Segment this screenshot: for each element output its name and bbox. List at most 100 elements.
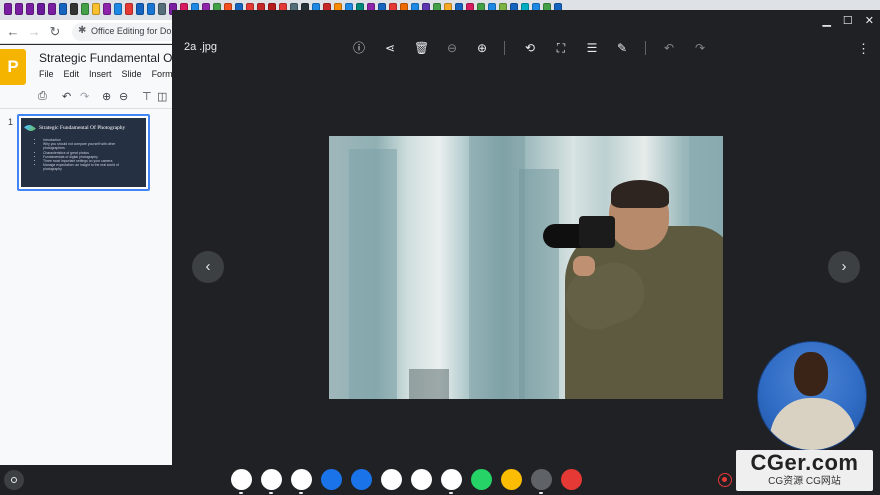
browser-tab[interactable] (37, 3, 45, 15)
photo (329, 136, 723, 399)
browser-tab[interactable] (125, 3, 133, 15)
messages-app-icon[interactable] (351, 469, 372, 490)
next-image-button[interactable]: › (828, 251, 860, 283)
redo-icon[interactable]: ↷ (693, 41, 707, 55)
play-store-app-icon[interactable] (411, 469, 432, 490)
slides-logo: P (0, 49, 26, 85)
browser-tab[interactable] (114, 3, 122, 15)
slide-thumbnail-title: Strategic Fundamental Of Photography (39, 125, 126, 131)
window-controls: ▁ ☐ ✕ (822, 14, 874, 27)
calendar-app-icon[interactable] (291, 469, 312, 494)
address-bar[interactable]: ✱ Office Editing for Do (72, 23, 172, 41)
watermark-sub: CG资源 CG网站 (768, 476, 841, 487)
slide-thumbnail-content: Strategic Fundamental Of Photography Int… (21, 118, 146, 187)
background-building (519, 169, 559, 399)
back-icon[interactable]: ← (5, 24, 21, 40)
forward-icon[interactable]: → (26, 24, 42, 40)
undo-icon[interactable]: ↶ (62, 90, 71, 103)
running-indicator (269, 492, 273, 494)
watermark: CGer.com CG资源 CG网站 (736, 450, 873, 491)
editor-toolbar: ⎙ ↶ ↷ ⊕ ⊖ ⊤ ◫ (0, 85, 172, 109)
browser-tab[interactable] (147, 3, 155, 15)
zoom-out-icon[interactable]: ⊖ (119, 90, 128, 103)
camera-body (579, 216, 615, 248)
close-icon[interactable]: ✕ (865, 14, 874, 27)
delete-icon[interactable]: 🗑 (414, 41, 429, 55)
slide-thumbnail-bullets: Introduction Why you should not compare … (43, 138, 133, 172)
watermark-main: CGer.com (750, 450, 859, 475)
print-icon[interactable]: ⎙ (38, 90, 47, 103)
screencast-app-icon[interactable] (561, 469, 582, 490)
zoom-in-icon[interactable]: ⊕ (475, 41, 489, 55)
browser-tab[interactable] (81, 3, 89, 15)
launcher-icon (11, 477, 17, 483)
leaf-icon (24, 122, 36, 134)
maximize-icon[interactable]: ☐ (843, 14, 853, 27)
presenter-shirt (770, 398, 856, 450)
photographer-hand (573, 256, 595, 276)
gmail-app-icon[interactable] (261, 469, 282, 494)
previous-image-button[interactable]: ‹ (192, 251, 224, 283)
browser-tab[interactable] (136, 3, 144, 15)
keep-app-icon[interactable] (501, 469, 522, 490)
whatsapp-app-icon[interactable] (471, 469, 492, 490)
browser-tab[interactable] (4, 3, 12, 15)
background-building (409, 369, 449, 399)
menu-bar: File Edit Insert Slide Forma (39, 69, 178, 79)
browser-tab[interactable] (103, 3, 111, 15)
slides-editor: P Strategic Fundamental Of File Edit Ins… (0, 45, 178, 465)
presenter-head (794, 352, 828, 396)
menu-file[interactable]: File (39, 69, 54, 79)
launcher-button[interactable] (4, 470, 24, 490)
toolbar-divider (645, 41, 646, 55)
photographer-hair (611, 180, 669, 208)
zoom-in-icon[interactable]: ⊕ (102, 90, 111, 103)
browser-tab[interactable] (26, 3, 34, 15)
shape-icon[interactable]: ◫ (157, 90, 167, 103)
document-title[interactable]: Strategic Fundamental Of (39, 51, 176, 65)
adjust-icon[interactable]: ☰ (585, 41, 599, 55)
running-indicator (239, 492, 243, 494)
list-item: Why you should not compare yourself with… (43, 142, 133, 150)
slide-thumbnail[interactable]: Strategic Fundamental Of Photography Int… (17, 114, 150, 191)
menu-edit[interactable]: Edit (64, 69, 80, 79)
address-bar-text: Office Editing for Do (91, 26, 172, 36)
reload-icon[interactable]: ↻ (47, 24, 63, 40)
screen-record-icon[interactable] (718, 473, 732, 487)
slide-number: 1 (8, 117, 14, 127)
crop-icon[interactable]: ⛶ (554, 41, 568, 55)
puzzle-icon: ✱ (78, 25, 87, 36)
webcam-overlay (757, 341, 867, 451)
running-indicator (449, 492, 453, 494)
browser-tab[interactable] (70, 3, 78, 15)
browser-tab[interactable] (48, 3, 56, 15)
menu-insert[interactable]: Insert (89, 69, 112, 79)
background-building (349, 149, 397, 399)
info-icon[interactable]: ⓘ (352, 41, 366, 55)
meet-app-icon[interactable] (381, 469, 402, 490)
browser-tab[interactable] (59, 3, 67, 15)
chrome-beta-app-icon[interactable] (441, 469, 462, 494)
redo-icon[interactable]: ↷ (80, 90, 89, 103)
background-building (469, 136, 525, 399)
share-icon[interactable]: ⋖ (383, 41, 397, 55)
minimize-icon[interactable]: ▁ (822, 14, 830, 27)
shelf-apps (231, 469, 582, 494)
zoom-out-icon[interactable]: ⊖ (445, 41, 459, 55)
undo-icon[interactable]: ↶ (662, 41, 676, 55)
annotate-icon[interactable]: ✎ (615, 41, 629, 55)
files-app-icon[interactable] (321, 469, 342, 490)
chrome-app-icon[interactable] (231, 469, 252, 494)
text-box-icon[interactable]: ⊤ (142, 90, 152, 103)
running-indicator (539, 492, 543, 494)
rotate-icon[interactable]: ⟲ (523, 41, 537, 55)
browser-tab[interactable] (158, 3, 166, 15)
list-item: Manage expectation: an insight to the re… (43, 163, 133, 171)
more-options-icon[interactable]: ⋮ (857, 41, 870, 57)
settings-app-icon[interactable] (531, 469, 552, 494)
running-indicator (299, 492, 303, 494)
browser-tab[interactable] (15, 3, 23, 15)
menu-slide[interactable]: Slide (122, 69, 142, 79)
browser-tab[interactable] (92, 3, 100, 15)
toolbar-divider (504, 41, 505, 55)
